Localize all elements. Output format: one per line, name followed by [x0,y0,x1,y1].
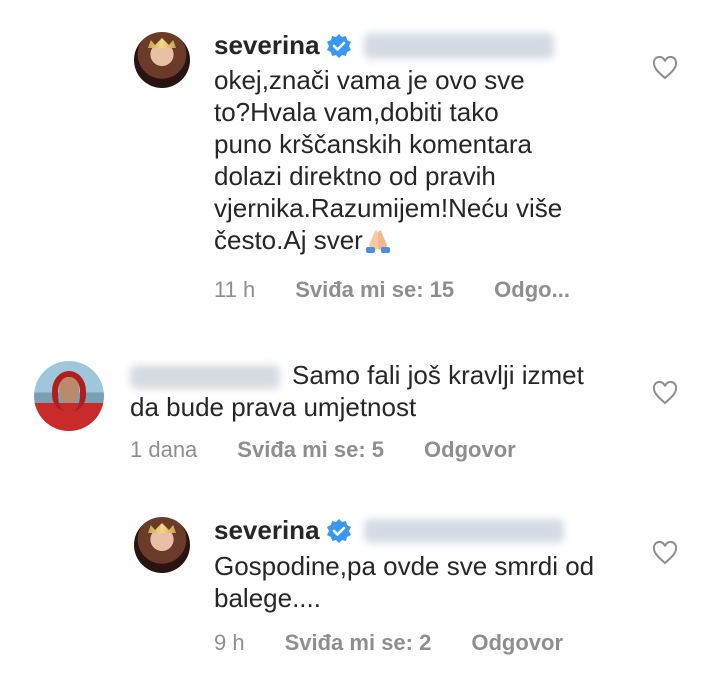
timestamp: 9 h [214,630,245,655]
redacted-mention [363,518,564,543]
comment-text: okej,znači vama je ovo sve to?Hvala vam,… [214,65,563,255]
redacted-username [130,365,280,390]
redacted-mention [363,32,554,59]
verified-badge-icon [326,518,351,543]
reply-button[interactable]: Odgo... [494,277,570,303]
timestamp: 11 h [214,277,256,302]
likes-count-button[interactable]: Sviđa mi se: 5 [237,437,384,463]
comment-header: severina [214,30,554,61]
avatar[interactable] [134,517,190,573]
username[interactable]: severina [214,30,320,61]
timestamp: 1 dana [130,437,198,462]
like-heart-icon[interactable] [652,56,678,80]
comment-meta: 1 dana Sviđa mi se: 5 Odgovor [130,437,516,463]
comment-header: severina [214,515,564,546]
likes-count-button[interactable]: Sviđa mi se: 15 [295,277,454,303]
like-heart-icon[interactable] [652,541,678,565]
likes-count-button[interactable]: Sviđa mi se: 2 [285,630,432,656]
folded-hands-emoji-icon [365,230,390,253]
comment-text: Gospodine,pa ovde sve smrdi od balege...… [214,551,595,613]
comment-meta: 9 h Sviđa mi se: 2 Odgovor [214,630,563,656]
verified-badge-icon [326,33,351,58]
reply-button[interactable]: Odgovor [424,437,516,463]
reply-button[interactable]: Odgovor [471,630,563,656]
comment-text: Samo fali još kravlji izmet da bude prav… [130,360,584,422]
like-heart-icon[interactable] [652,381,678,405]
avatar[interactable] [34,361,104,431]
username[interactable]: severina [214,515,320,546]
comment-meta: 11 h Sviđa mi se: 15 Odgo... [214,277,570,303]
avatar[interactable] [134,32,190,88]
